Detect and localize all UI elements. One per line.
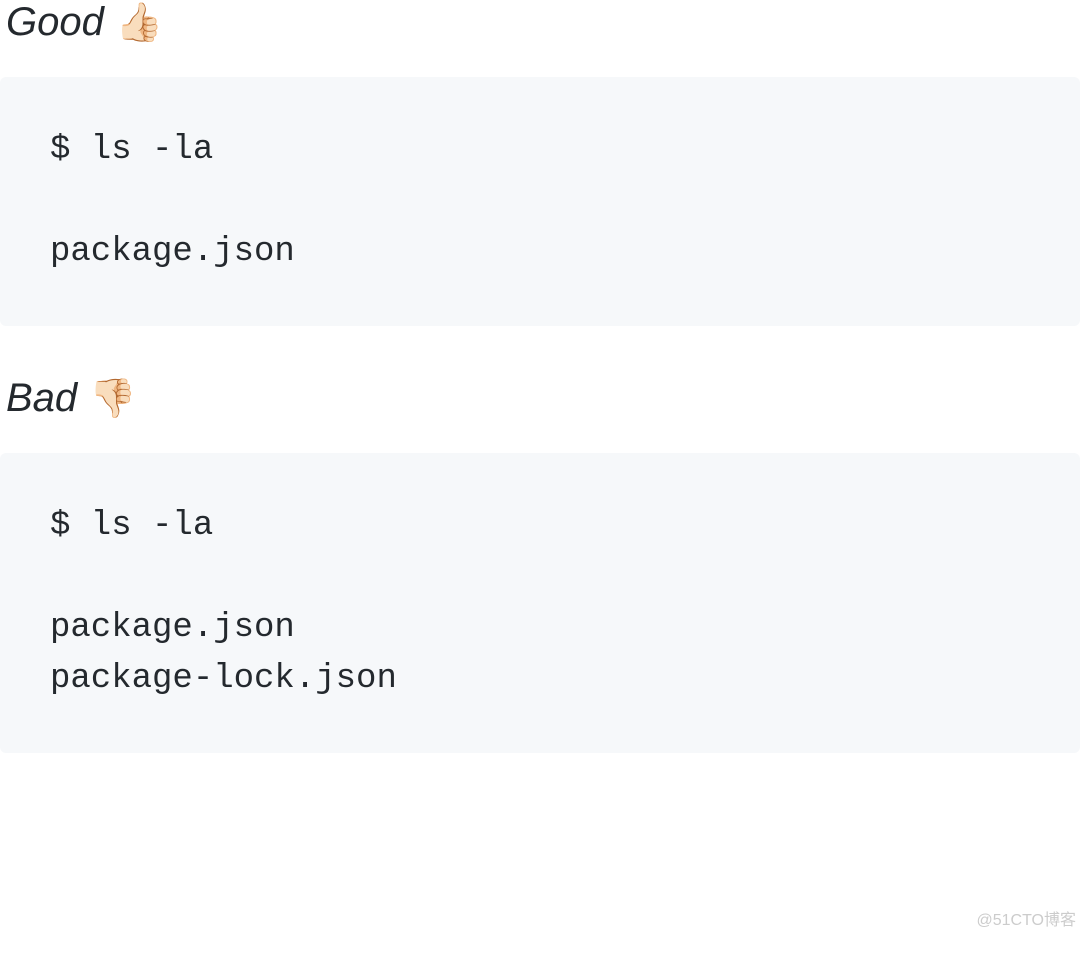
thumbs-down-icon: 👎🏻 <box>89 377 136 421</box>
good-label-text: Good <box>6 0 104 45</box>
bad-label-text: Bad <box>6 376 77 421</box>
good-section-label: Good 👍🏻 <box>6 0 1080 45</box>
thumbs-up-icon: 👍🏻 <box>116 1 163 45</box>
good-code-block: $ ls -la package.json <box>0 77 1080 326</box>
watermark: @51CTO博客 <box>976 906 1076 930</box>
bad-section-label: Bad 👎🏻 <box>6 376 1080 421</box>
bad-code-block: $ ls -la package.json package-lock.json <box>0 453 1080 753</box>
